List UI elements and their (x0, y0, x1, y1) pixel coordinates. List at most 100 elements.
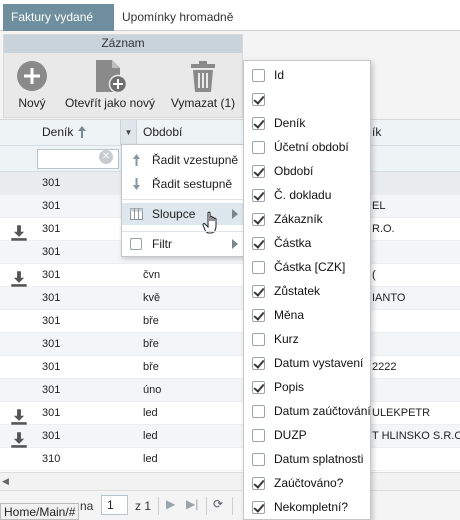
column-checkbox[interactable] (252, 93, 265, 106)
menu-item-label: Řadit sestupně (152, 177, 233, 191)
menu-item-label: Filtr (152, 237, 172, 251)
open-as-new-label: Otevřít jako nový (64, 96, 156, 110)
column-checkbox[interactable] (252, 69, 265, 82)
menu-item-sort-ascending[interactable]: Řadit vzestupně (122, 149, 244, 171)
tab-bar: Faktury vydané Upomínky hromadně (0, 0, 460, 31)
menu-item-sort-descending[interactable]: Řadit sestupně (122, 173, 244, 195)
tab-faktury-vydane[interactable]: Faktury vydané (3, 4, 114, 31)
column-checkbox[interactable] (252, 477, 265, 490)
horizontal-scrollbar[interactable]: ◀ (0, 472, 460, 490)
column-header-denik[interactable]: Deník (42, 120, 73, 146)
table-row[interactable]: 301 úno (0, 379, 460, 402)
column-option[interactable]: Nekompletní? (244, 495, 370, 519)
open-as-new-button[interactable]: Otevřít jako nový (58, 55, 162, 117)
column-checkbox[interactable] (252, 261, 265, 274)
cell-obdobi: bře (143, 361, 159, 373)
column-option[interactable]: Datum zaúčtování (244, 399, 371, 423)
column-option[interactable]: Zaúčtováno? (244, 471, 370, 495)
ribbon-group-zaznam: Záznam Nový Otevřít jako nový Vymazat (1… (3, 34, 243, 118)
column-option[interactable]: Částka [CZK] (244, 255, 370, 279)
column-option-label: Částka (274, 236, 312, 250)
column-checkbox[interactable] (252, 189, 265, 202)
column-option-label: Nekompletní? (274, 500, 349, 514)
column-option-label: Období (274, 164, 314, 178)
column-option[interactable]: Částka (244, 231, 370, 255)
column-option[interactable]: Datum vystavení (244, 351, 370, 375)
status-path: Home/Main/# (0, 503, 80, 520)
column-option[interactable]: Měna (244, 303, 370, 327)
pager-prefix: na (80, 499, 94, 513)
column-checkbox[interactable] (252, 405, 265, 418)
column-checkbox[interactable] (252, 501, 265, 514)
table-row[interactable]: 301 bře (0, 333, 460, 356)
column-option-label: Měna (274, 308, 305, 322)
column-option-label: Č. dokladu (274, 188, 332, 202)
menu-divider (122, 231, 244, 232)
trash-icon (191, 61, 215, 92)
column-menu-button[interactable]: ▼ (120, 120, 137, 146)
cell-denik: 301 (42, 292, 61, 304)
column-option[interactable]: Zůstatek (244, 279, 370, 303)
column-option[interactable]: Datum splatnosti (244, 447, 370, 471)
table-row[interactable]: 310 led (0, 448, 460, 471)
column-checkbox[interactable] (252, 237, 265, 250)
column-checkbox[interactable] (252, 381, 265, 394)
column-option-label: Zůstatek (274, 284, 321, 298)
table-row[interactable]: 301 kvě IANTO (0, 287, 460, 310)
menu-item-columns[interactable]: Sloupce (122, 203, 244, 225)
column-checkbox[interactable] (252, 357, 265, 370)
new-button-label: Nový (18, 96, 46, 110)
column-option[interactable]: Id (244, 63, 370, 87)
cell-obdobi: led (143, 453, 158, 465)
column-option[interactable]: Deník (244, 111, 370, 135)
column-option[interactable]: Popis (244, 375, 370, 399)
page-count: z 1 (135, 499, 152, 513)
column-checkbox[interactable] (252, 213, 265, 226)
table-row[interactable]: 301 bře 2222 (0, 356, 460, 379)
cell-denik: 301 (42, 223, 61, 235)
cell-partial: R.O. (372, 223, 395, 235)
column-option[interactable]: Č. dokladu (244, 183, 370, 207)
submenu-arrow-icon (232, 239, 238, 249)
last-page-icon[interactable]: ▶| (186, 497, 198, 511)
page-number-input[interactable]: 1 (101, 495, 128, 515)
column-header-obdobi[interactable]: Období (143, 120, 182, 146)
scroll-left-icon[interactable]: ◀ (2, 476, 9, 487)
document-add-icon (96, 60, 127, 93)
cell-obdobi: bře (143, 315, 159, 327)
new-button[interactable]: Nový (10, 55, 54, 117)
column-checkbox[interactable] (252, 309, 265, 322)
column-header-partial[interactable]: ík (372, 120, 381, 146)
column-option[interactable]: Zákazník (244, 207, 370, 231)
plus-circle-icon (17, 61, 47, 91)
column-checkbox[interactable] (252, 429, 265, 442)
table-row[interactable]: 301 bře (0, 310, 460, 333)
column-checkbox[interactable] (252, 141, 265, 154)
clear-filter-icon[interactable]: ✕ (99, 150, 113, 164)
cell-obdobi: kvě (143, 292, 161, 304)
column-option[interactable] (244, 87, 370, 111)
column-option-label: Zaúčtováno? (274, 476, 344, 490)
column-checkbox[interactable] (252, 453, 265, 466)
column-option[interactable]: DUZP (244, 423, 370, 447)
refresh-icon[interactable]: ⟳ (213, 497, 223, 511)
column-option[interactable]: Období (244, 159, 370, 183)
column-checkbox[interactable] (252, 285, 265, 298)
column-option-label: Kurz (274, 332, 299, 346)
column-option-label: Id (274, 68, 285, 82)
column-option[interactable]: Kurz (244, 327, 370, 351)
cell-denik: 301 (42, 246, 61, 258)
menu-item-filter[interactable]: Filtr (122, 233, 244, 255)
table-row[interactable]: 301 led ULEKPETR (0, 402, 460, 425)
column-checkbox[interactable] (252, 165, 265, 178)
column-checkbox[interactable] (252, 117, 265, 130)
delete-button[interactable]: Vymazat (1) (164, 55, 242, 117)
delete-button-label: Vymazat (1) (170, 96, 236, 110)
column-checkbox[interactable] (252, 333, 265, 346)
table-row[interactable]: 301 led T HLINSKO S.R.O (0, 425, 460, 448)
table-row[interactable]: 301 čvn ( (0, 264, 460, 287)
column-option[interactable]: Účetní období (244, 135, 370, 159)
next-page-icon[interactable]: ▶ (166, 497, 175, 511)
cell-partial: EL (372, 200, 386, 212)
tab-upominky-hromadne[interactable]: Upomínky hromadně (114, 4, 246, 31)
